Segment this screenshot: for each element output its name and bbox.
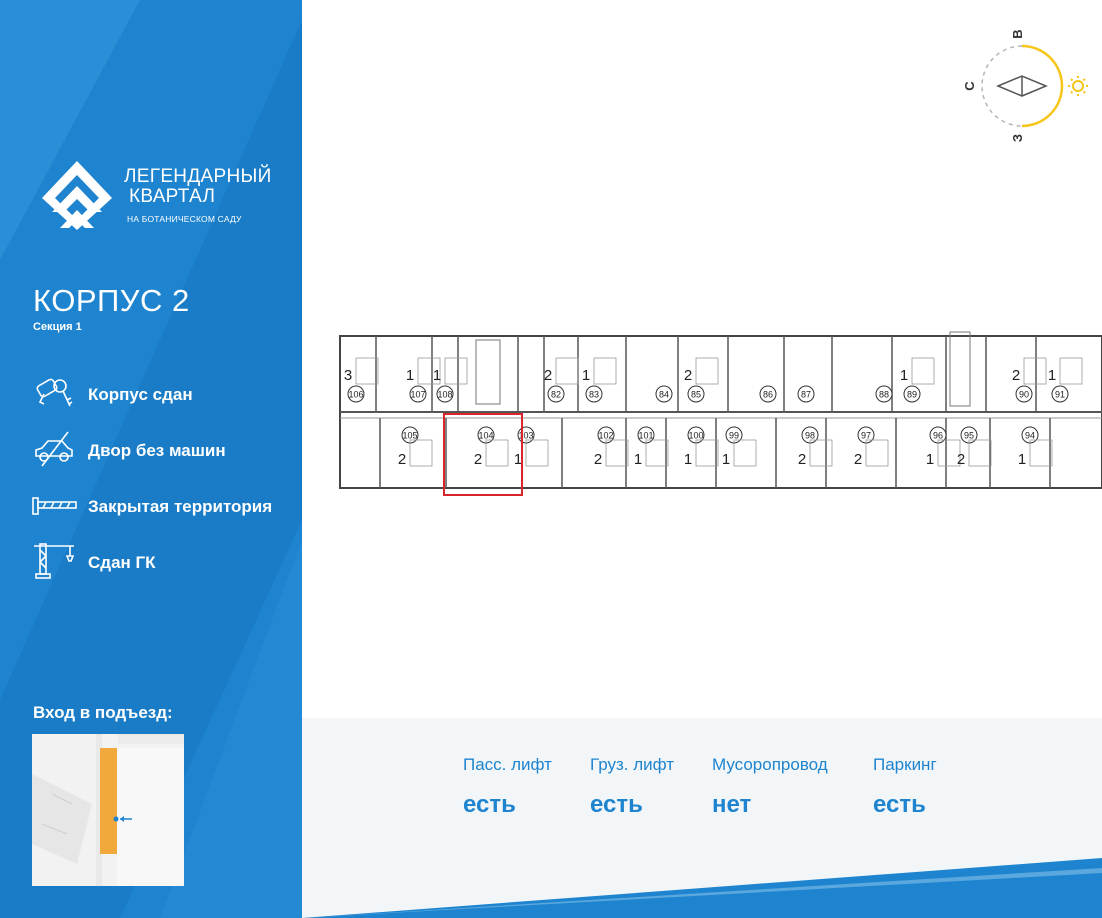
bottom-apartment-number: 103 xyxy=(518,431,533,441)
top-apartment-room-count: 1 xyxy=(900,367,908,384)
bottom-apartment-room-count: 2 xyxy=(957,451,965,468)
brand-name-line2: КВАРТАЛ xyxy=(129,186,216,207)
top-apartment-room-count: 1 xyxy=(582,367,590,384)
amenity-label: Мусоропровод xyxy=(712,755,828,774)
bottom-apartment-room-count: 1 xyxy=(684,451,692,468)
compass-graphic: В С З xyxy=(962,29,1088,142)
crane-icon xyxy=(34,543,75,579)
top-apartment-number: 87 xyxy=(801,390,811,400)
amenity-passenger-lift: Пасс. лифт есть xyxy=(463,755,552,819)
bottom-apartment-number: 96 xyxy=(933,431,943,441)
top-apartment-number: 82 xyxy=(551,390,561,400)
keys-icon xyxy=(36,378,73,407)
bottom-apartment-number: 97 xyxy=(861,431,871,441)
top-apartment-room-count: 2 xyxy=(1012,367,1020,384)
brand-logo[interactable]: ЛЕГЕНДАРНЫЙ КВАРТАЛ НА БОТАНИЧЕСКОМ САДУ xyxy=(40,158,280,238)
bottom-apartment-number: 95 xyxy=(964,431,974,441)
brand-tagline: НА БОТАНИЧЕСКОМ САДУ xyxy=(127,214,242,224)
floor-plan-drawing: 106 3 107 1 108 1 82 2 83 1 84 85 2 86 87 88 89 1 90 2 91 1 1… xyxy=(339,331,1102,496)
amenity-garbage-chute: Мусоропровод нет xyxy=(712,755,828,819)
amenity-label: Груз. лифт xyxy=(590,755,675,774)
sun-icon xyxy=(1068,76,1088,96)
top-apartment-room-count: 2 xyxy=(684,367,692,384)
bottom-apartment-room-count: 1 xyxy=(926,451,934,468)
bottom-apartment-number: 99 xyxy=(729,431,739,441)
building-title: КОРПУС 2 xyxy=(33,283,190,318)
top-apartment-number: 91 xyxy=(1055,390,1065,400)
compass-west-label: З xyxy=(1010,134,1025,142)
top-apartment-room-count: 3 xyxy=(344,367,352,384)
feature-label: Корпус сдан xyxy=(88,385,193,404)
barrier-icon xyxy=(32,497,77,515)
entrance-minimap[interactable] xyxy=(32,734,184,886)
floor-plan[interactable]: 106 3 107 1 108 1 82 2 83 1 84 85 2 86 87 88 89 1 90 2 91 1 1… xyxy=(336,328,1102,498)
section-label: Секция 1 xyxy=(33,321,82,333)
bottom-apartment-number: 101 xyxy=(638,431,653,441)
bottom-apartment-room-count: 2 xyxy=(854,451,862,468)
amenity-value: нет xyxy=(712,791,752,818)
top-apartment-number: 106 xyxy=(348,390,363,400)
top-apartment-room-count: 1 xyxy=(433,367,441,384)
amenities-panel: Пасс. лифт есть Груз. лифт есть Мусоропр… xyxy=(302,718,1102,918)
top-apartment-room-count: 1 xyxy=(406,367,414,384)
amenity-value: есть xyxy=(463,791,516,818)
no-car-icon xyxy=(35,431,73,467)
bottom-apartment-number: 105 xyxy=(402,431,417,441)
bottom-apartment-room-count: 1 xyxy=(514,451,522,468)
bottom-apartment-room-count: 2 xyxy=(474,451,482,468)
minimap-graphic xyxy=(32,734,184,886)
brand-name-line1: ЛЕГЕНДАРНЫЙ xyxy=(124,166,272,187)
feature-label: Сдан ГК xyxy=(88,553,156,572)
bottom-apartment-room-count: 1 xyxy=(1018,451,1026,468)
feature-label: Закрытая территория xyxy=(88,497,273,516)
compass: В С З xyxy=(950,22,1098,152)
top-apartment-room-count: 1 xyxy=(1048,367,1056,384)
top-apartment-number: 90 xyxy=(1019,390,1029,400)
bottom-apartment-room-count: 2 xyxy=(594,451,602,468)
top-apartment-number: 85 xyxy=(691,390,701,400)
feature-item-car-free-yard: Двор без машин xyxy=(30,428,298,468)
top-apartment-room-count: 2 xyxy=(544,367,552,384)
top-apartment-number: 86 xyxy=(763,390,773,400)
amenity-value: есть xyxy=(873,791,926,818)
top-apartment-number: 107 xyxy=(410,390,425,400)
bottom-apartment-room-count: 2 xyxy=(798,451,806,468)
bottom-apartment-number: 98 xyxy=(805,431,815,441)
logo-chevron-icon xyxy=(42,161,112,230)
amenity-label: Паркинг xyxy=(873,755,937,774)
bottom-apartment-number: 100 xyxy=(688,431,703,441)
bottom-apartment-number: 94 xyxy=(1025,431,1035,441)
top-apartment-number: 108 xyxy=(437,390,452,400)
sidebar: ЛЕГЕНДАРНЫЙ КВАРТАЛ НА БОТАНИЧЕСКОМ САДУ… xyxy=(0,0,302,918)
amenity-parking: Паркинг есть xyxy=(873,755,937,819)
bottom-apartment-room-count: 1 xyxy=(634,451,642,468)
top-apartment-number: 89 xyxy=(907,390,917,400)
feature-item-building-delivered: Корпус сдан xyxy=(30,372,298,412)
feature-label: Двор без машин xyxy=(88,441,226,460)
bottom-wave-decoration xyxy=(302,858,1102,918)
bottom-apartment-room-count: 2 xyxy=(398,451,406,468)
feature-item-closed-territory: Закрытая территория xyxy=(30,484,298,524)
entrance-label: Вход в подъезд: xyxy=(33,703,173,722)
top-apartment-number: 88 xyxy=(879,390,889,400)
top-apartment-number: 84 xyxy=(659,390,669,400)
bottom-apartment-number: 102 xyxy=(598,431,613,441)
amenity-value: есть xyxy=(590,791,643,818)
bottom-apartment-number: 104 xyxy=(478,431,493,441)
compass-north-label: С xyxy=(962,81,977,91)
amenity-label: Пасс. лифт xyxy=(463,755,552,774)
bottom-apartment-room-count: 1 xyxy=(722,451,730,468)
feature-item-state-commission: Сдан ГК xyxy=(30,540,298,580)
top-apartment-number: 83 xyxy=(589,390,599,400)
amenity-freight-lift: Груз. лифт есть xyxy=(590,755,674,819)
compass-east-label: В xyxy=(1010,29,1025,38)
